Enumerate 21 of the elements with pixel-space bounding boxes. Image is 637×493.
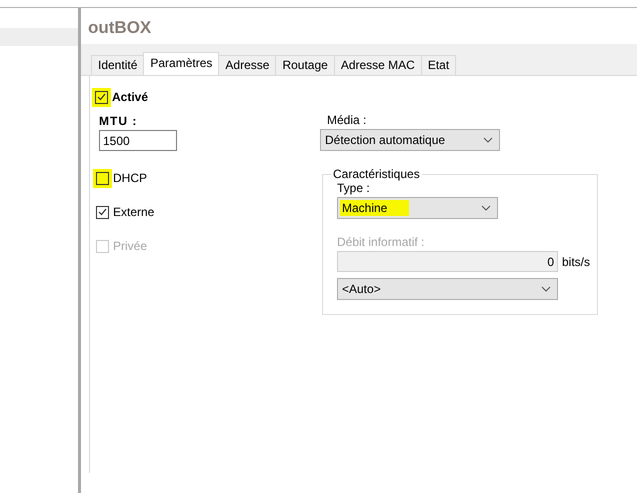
tab[interactable]: Etat bbox=[420, 55, 456, 75]
window-title: outBOX bbox=[87, 17, 152, 39]
field-label: Média : bbox=[327, 113, 368, 127]
field-label: Débit informatif : bbox=[337, 235, 426, 249]
field-label: Type : bbox=[337, 181, 371, 195]
tab[interactable]: Paramètres bbox=[143, 52, 220, 75]
unit-label: bits/s bbox=[562, 254, 590, 268]
chevron-down-icon bbox=[483, 137, 493, 143]
dropdown[interactable]: <Auto> bbox=[337, 278, 558, 300]
tab[interactable]: Identité bbox=[91, 55, 144, 75]
checkbox[interactable]: Externe bbox=[93, 205, 320, 219]
dropdown[interactable]: Machine bbox=[337, 197, 498, 219]
checkbox[interactable]: DHCP bbox=[93, 171, 320, 185]
sidebar-item[interactable] bbox=[0, 28, 78, 46]
dropdown[interactable]: Détection automatique bbox=[320, 129, 500, 151]
checkbox[interactable]: Activé bbox=[92, 90, 320, 104]
chevron-down-icon bbox=[541, 286, 551, 292]
input-field[interactable]: 1500 bbox=[99, 130, 177, 151]
chevron-down-icon bbox=[481, 205, 491, 211]
field-label: MTU : bbox=[99, 114, 138, 128]
group-title: Caractéristiques bbox=[332, 167, 421, 181]
